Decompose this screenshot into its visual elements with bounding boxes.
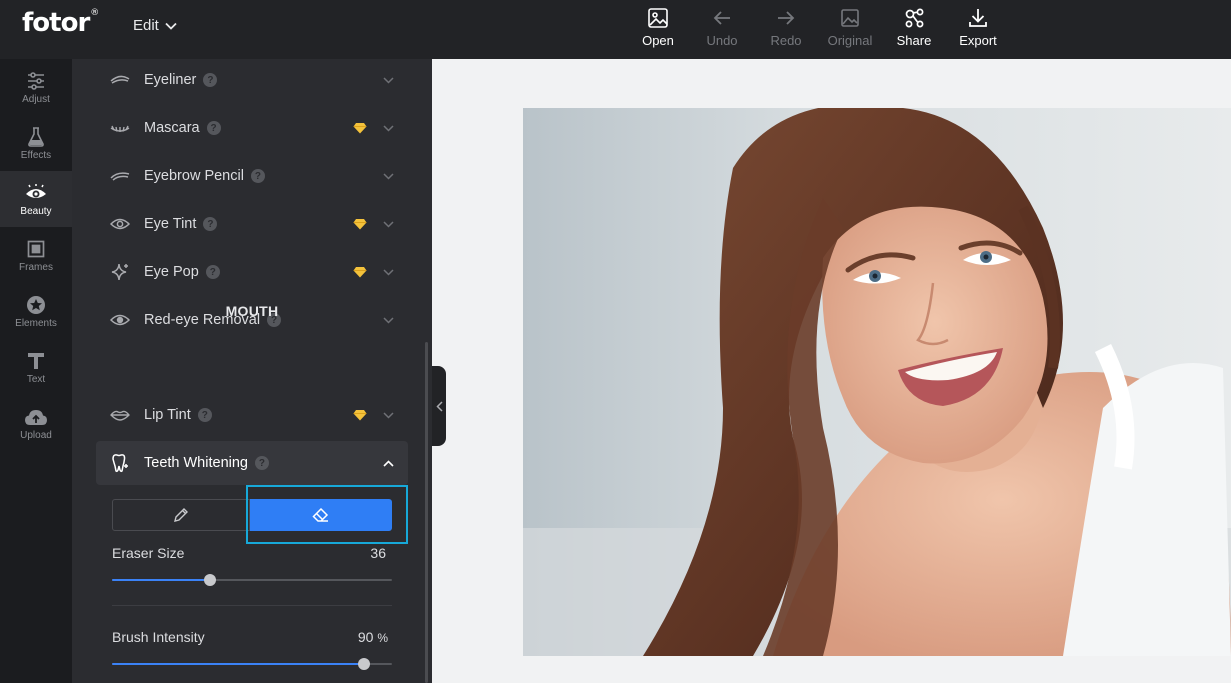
- brush-intensity-value: 90 %: [357, 629, 388, 645]
- eraser-size-label: Eraser Size: [112, 545, 185, 561]
- collapse-panel-button[interactable]: [432, 366, 446, 446]
- tool-label: Lip Tint: [144, 407, 191, 423]
- section-title-mouth: MOUTH: [225, 303, 279, 319]
- redo-arrow-icon: [778, 11, 795, 25]
- brush-intensity-fill: [112, 663, 364, 665]
- chevron-down-icon: [383, 411, 394, 419]
- premium-gem-icon: [353, 267, 367, 278]
- tool-eye-tint[interactable]: Eye Tint?: [96, 202, 408, 246]
- undo-button[interactable]: Undo: [690, 6, 754, 48]
- tool-label: Teeth Whitening: [144, 455, 248, 471]
- flask-icon: [28, 126, 44, 147]
- nav-item-beauty[interactable]: Beauty: [0, 171, 72, 227]
- chevron-left-icon: [435, 400, 443, 412]
- main-toolbar: Open Undo Redo Original Share Export: [626, 6, 1010, 48]
- edit-menu-label: Edit: [133, 17, 159, 34]
- text-t-icon: [28, 352, 44, 369]
- divider: [112, 605, 392, 606]
- frame-icon: [27, 240, 45, 257]
- undo-arrow-icon: [713, 11, 730, 25]
- brush-eraser-toggle: [112, 499, 392, 531]
- brush-mode-button[interactable]: [112, 499, 251, 531]
- chevron-down-icon: [383, 124, 394, 132]
- sliders-icon: [28, 71, 44, 90]
- eyebrow-icon: [110, 172, 130, 181]
- eraser-icon: [312, 507, 329, 522]
- help-icon[interactable]: ?: [203, 217, 218, 231]
- fotor-logo[interactable]: fotor®: [22, 8, 99, 38]
- eraser-size-fill: [112, 579, 210, 581]
- export-button[interactable]: Export: [946, 6, 1010, 48]
- left-nav: Adjust Effects Beauty Frames Elements Te…: [0, 59, 72, 683]
- redo-button[interactable]: Redo: [754, 6, 818, 48]
- nav-item-text[interactable]: Text: [0, 339, 72, 395]
- help-icon[interactable]: ?: [250, 169, 265, 183]
- eraser-size-slider-handle[interactable]: [204, 574, 216, 586]
- star-icon: [27, 295, 45, 314]
- chevron-down-icon: [383, 268, 394, 276]
- tool-teeth-whitening[interactable]: Teeth Whitening?: [96, 441, 408, 485]
- share-button[interactable]: Share: [882, 6, 946, 48]
- export-download-icon: [969, 9, 987, 27]
- beauty-panel: Eyeliner? Mascara? Eyebrow Pencil? Eye T…: [72, 59, 432, 683]
- nav-item-effects[interactable]: Effects: [0, 115, 72, 171]
- open-button[interactable]: Open: [626, 6, 690, 48]
- tool-eye-pop[interactable]: Eye Pop?: [96, 250, 408, 294]
- edit-menu[interactable]: Edit: [133, 17, 177, 34]
- nav-item-adjust[interactable]: Adjust: [0, 59, 72, 115]
- tool-lip-tint[interactable]: Lip Tint?: [96, 393, 408, 437]
- eye-icon: [26, 183, 46, 198]
- top-bar: fotor® Edit Open Undo Redo Original Shar…: [0, 0, 1231, 59]
- tool-eyebrow-pencil[interactable]: Eyebrow Pencil?: [96, 154, 408, 198]
- help-icon[interactable]: ?: [254, 456, 269, 470]
- original-button[interactable]: Original: [818, 6, 882, 48]
- tool-label: Eye Tint: [144, 216, 197, 232]
- portrait-photo: [523, 108, 1231, 656]
- lips-icon: [110, 410, 130, 421]
- tool-eyeliner[interactable]: Eyeliner?: [96, 59, 408, 102]
- panel-scrollbar[interactable]: [425, 342, 428, 683]
- help-icon[interactable]: ?: [203, 73, 218, 87]
- chevron-down-icon: [383, 76, 394, 84]
- chevron-up-icon: [383, 459, 394, 467]
- nav-item-upload[interactable]: Upload: [0, 395, 72, 451]
- brush-intensity-slider-handle[interactable]: [358, 658, 370, 670]
- premium-gem-icon: [353, 123, 367, 134]
- mascara-lashes-icon: [110, 125, 130, 132]
- photo-canvas[interactable]: [523, 108, 1231, 656]
- nav-item-frames[interactable]: Frames: [0, 227, 72, 283]
- help-icon[interactable]: ?: [205, 265, 220, 279]
- premium-gem-icon: [353, 410, 367, 421]
- chevron-down-icon: [383, 220, 394, 228]
- pencil-icon: [174, 508, 189, 522]
- brush-intensity-label: Brush Intensity: [112, 629, 205, 645]
- premium-gem-icon: [353, 219, 367, 230]
- tool-label: Mascara: [144, 120, 200, 136]
- tool-label: Eyebrow Pencil: [144, 168, 244, 184]
- chevron-down-icon: [165, 22, 177, 30]
- nav-item-elements[interactable]: Elements: [0, 283, 72, 339]
- cloud-upload-icon: [25, 409, 47, 425]
- tool-label: Eye Pop: [144, 264, 199, 280]
- eye-outline-icon: [110, 218, 130, 230]
- sparkle-icon: [111, 263, 128, 281]
- original-image-icon: [841, 9, 859, 27]
- tool-mascara[interactable]: Mascara?: [96, 106, 408, 150]
- chevron-down-icon: [383, 172, 394, 180]
- eyeliner-icon: [110, 75, 130, 84]
- share-icon: [905, 8, 924, 28]
- tooth-sparkle-icon: [112, 454, 128, 473]
- help-icon[interactable]: ?: [206, 121, 221, 135]
- open-image-icon: [648, 8, 668, 28]
- eraser-size-value: 36: [370, 545, 386, 561]
- help-icon[interactable]: ?: [197, 408, 212, 422]
- eraser-mode-button[interactable]: [250, 499, 392, 531]
- tool-label: Eyeliner: [144, 72, 197, 88]
